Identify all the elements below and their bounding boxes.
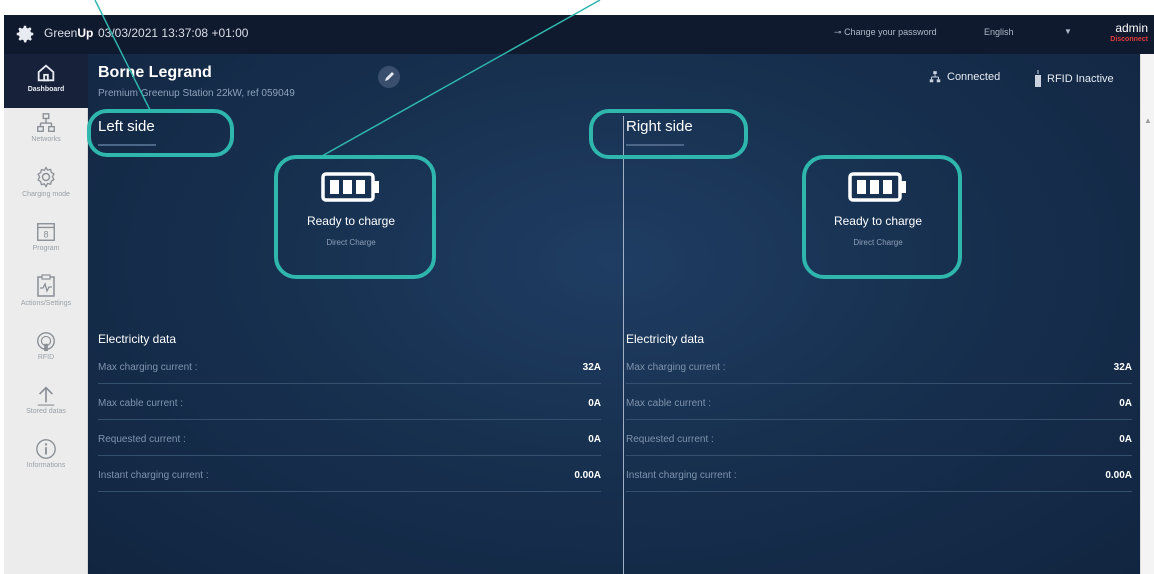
station-subtitle: Premium Greenup Station 22kW, ref 059049: [98, 88, 295, 99]
row-label: Max charging current :: [98, 362, 198, 373]
sidebar-item-informations[interactable]: Informations: [4, 432, 88, 486]
scroll-up-icon[interactable]: ▲: [1144, 116, 1152, 125]
annotation-highlight: [802, 155, 962, 279]
timestamp: 03/03/2021 13:37:08 +01:00: [98, 26, 249, 40]
row-value: 0.00A: [574, 470, 601, 481]
connection-status: Connected: [928, 70, 1000, 84]
table-row: Requested current : 0A: [626, 420, 1132, 456]
sidebar-item-label: Charging mode: [22, 191, 70, 198]
sidebar-item-label: RFID: [37, 354, 55, 361]
sidebar-item-stored-datas[interactable]: Stored datas: [4, 378, 88, 432]
annotation-highlight: [589, 109, 748, 159]
rfid-status-label: RFID Inactive: [1047, 72, 1114, 85]
sidebar-item-dashboard[interactable]: Dashboard: [4, 54, 88, 108]
user-name: admin: [1115, 21, 1148, 35]
table-row: Requested current : 0A: [98, 420, 601, 456]
connection-status-label: Connected: [947, 70, 1001, 83]
sidebar-item-rfid[interactable]: RFID: [4, 324, 88, 378]
sidebar-item-label: Dashboard: [27, 86, 65, 93]
edit-button[interactable]: [378, 66, 400, 88]
table-row: Instant charging current : 0.00A: [98, 456, 601, 492]
row-label: Instant charging current :: [626, 470, 737, 481]
calendar-icon: 8: [37, 223, 55, 241]
row-label: Max charging current :: [626, 362, 726, 373]
row-value: 0A: [588, 398, 601, 409]
left-electricity-title: Electricity data: [98, 332, 177, 346]
sidebar-item-charging-mode[interactable]: Charging mode: [4, 162, 88, 216]
upload-icon: [37, 386, 55, 406]
sidebar-item-program[interactable]: 8 Program: [4, 216, 88, 270]
top-bar: GreenUp 03/03/2021 13:37:08 +01:00 ⊸ Cha…: [4, 15, 1154, 54]
network-icon: [37, 113, 55, 132]
sidebar-item-label: Program: [32, 245, 60, 252]
right-electricity-title: Electricity data: [626, 332, 705, 346]
gear-icon[interactable]: [14, 23, 36, 45]
annotation-highlight: [274, 155, 436, 279]
activity-icon: [37, 274, 55, 297]
row-value: 0A: [588, 434, 601, 445]
chevron-down-icon[interactable]: ▼: [1064, 27, 1072, 36]
annotation-highlight: [87, 109, 234, 157]
row-value: 0A: [1119, 434, 1132, 445]
change-password-link[interactable]: ⊸ Change your password: [834, 27, 937, 38]
screenshot-frame: GreenUp 03/03/2021 13:37:08 +01:00 ⊸ Cha…: [0, 0, 1154, 574]
pencil-icon: [385, 72, 394, 81]
gear-icon: [37, 166, 55, 188]
row-value: 32A: [1113, 362, 1132, 373]
row-label: Requested current :: [626, 434, 714, 445]
rfid-card-icon: [1035, 70, 1041, 87]
table-row: Max charging current : 32A: [98, 348, 601, 384]
scrollbar[interactable]: ▲: [1140, 54, 1154, 574]
row-label: Max cable current :: [626, 398, 712, 409]
table-row: Instant charging current : 0.00A: [626, 456, 1132, 492]
sidebar-item-label: Actions/Settings: [20, 300, 72, 307]
rfid-icon: [37, 332, 55, 352]
row-label: Requested current :: [98, 434, 186, 445]
side-divider: [623, 116, 624, 574]
disconnect-link[interactable]: Disconnect: [1102, 36, 1148, 43]
row-label: Max cable current :: [98, 398, 184, 409]
language-select[interactable]: English: [984, 27, 1014, 37]
svg-text:8: 8: [43, 230, 48, 240]
info-icon: [36, 439, 56, 459]
station-title: Borne Legrand: [98, 64, 212, 81]
row-value: 32A: [582, 362, 601, 373]
row-value: 0.00A: [1105, 470, 1132, 481]
home-icon: [37, 64, 55, 82]
rfid-status: RFID Inactive: [1034, 70, 1114, 88]
sidebar-item-actions-settings[interactable]: Actions/Settings: [4, 270, 88, 324]
change-password-label: Change your password: [844, 27, 937, 37]
table-row: Max cable current : 0A: [626, 384, 1132, 420]
key-icon: ⊸: [834, 27, 842, 37]
sidebar-item-label: Informations: [26, 462, 66, 469]
brand-logo: GreenUp: [44, 26, 94, 40]
table-row: Max cable current : 0A: [98, 384, 601, 420]
network-icon: [929, 71, 941, 83]
sidebar: Dashboard Networks Charging mode 8 Progr…: [4, 54, 88, 574]
sidebar-item-networks[interactable]: Networks: [4, 108, 88, 162]
table-row: Max charging current : 32A: [626, 348, 1132, 384]
sidebar-item-label: Stored datas: [26, 408, 66, 415]
row-value: 0A: [1119, 398, 1132, 409]
row-label: Instant charging current :: [98, 470, 209, 481]
sidebar-item-label: Networks: [31, 136, 61, 143]
